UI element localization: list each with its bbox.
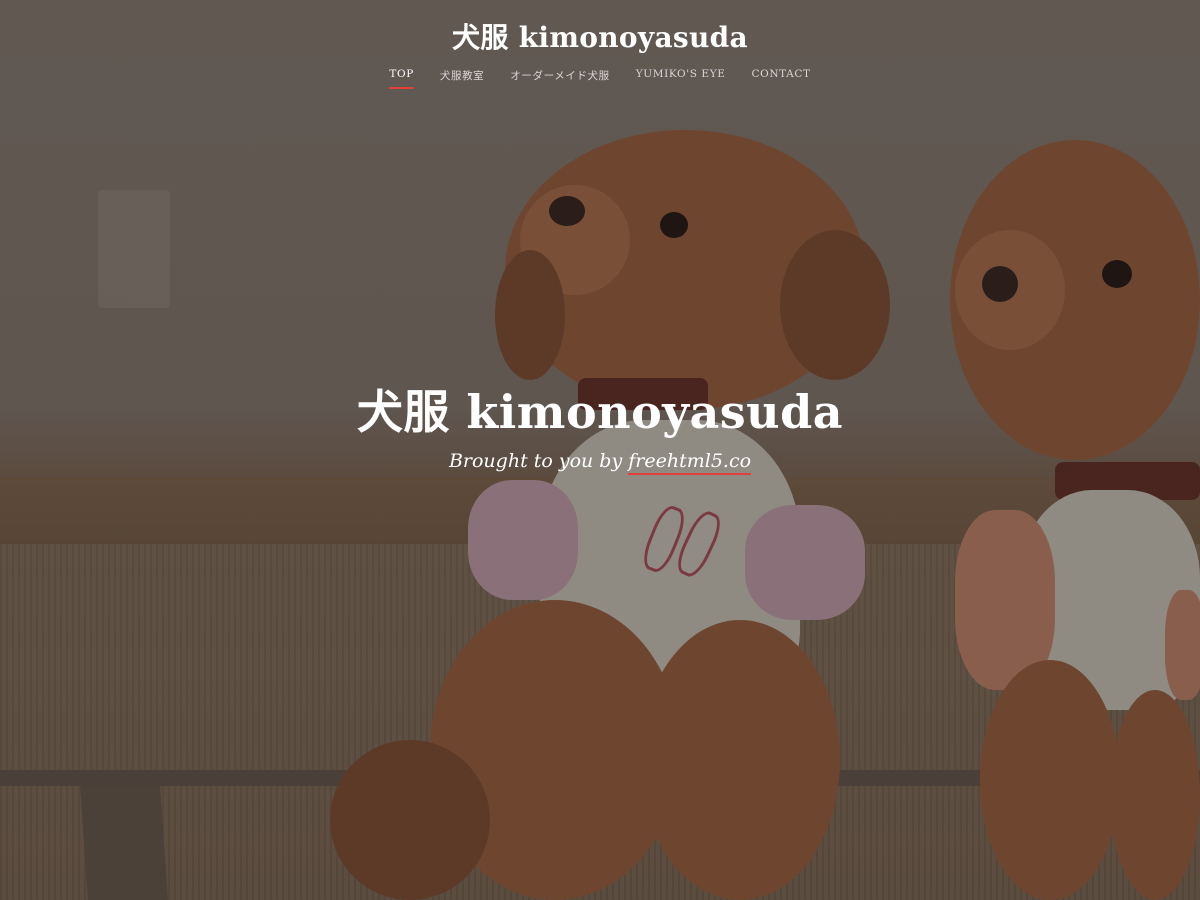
hero-subtitle-prefix: Brought to you by	[448, 450, 629, 472]
hero-subtitle: Brought to you by freehtml5.co	[0, 450, 1200, 472]
nav-item-yumikos-eye[interactable]: YUMIKO'S EYE	[636, 68, 726, 89]
nav-item-top[interactable]: TOP	[389, 68, 415, 89]
nav-item-dog-clothes-class[interactable]: 犬服教室	[440, 68, 484, 89]
hero-text: 犬服 kimonoyasuda Brought to you by freeht…	[0, 382, 1200, 472]
main-nav: TOP 犬服教室 オーダーメイド犬服 YUMIKO'S EYE CONTACT	[0, 68, 1200, 89]
site-header: 犬服 kimonoyasuda TOP 犬服教室 オーダーメイド犬服 YUMIK…	[0, 0, 1200, 89]
nav-item-contact[interactable]: CONTACT	[752, 68, 811, 89]
hero-section: 犬服 kimonoyasuda TOP 犬服教室 オーダーメイド犬服 YUMIK…	[0, 0, 1200, 900]
hero-credit-link[interactable]: freehtml5.co	[628, 450, 751, 472]
hero-title: 犬服 kimonoyasuda	[356, 385, 844, 439]
nav-item-custom-dog-clothes[interactable]: オーダーメイド犬服	[510, 68, 609, 89]
site-logo[interactable]: 犬服 kimonoyasuda	[0, 20, 1200, 56]
